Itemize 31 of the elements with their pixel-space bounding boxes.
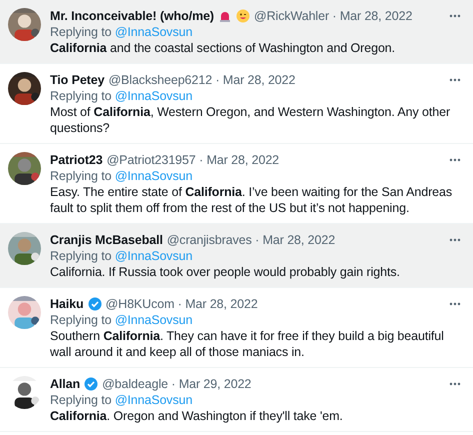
replying-label: Replying to [50, 249, 112, 263]
replying-label: Replying to [50, 89, 112, 103]
more-icon[interactable] [449, 382, 461, 386]
replying-label: Replying to [50, 25, 112, 39]
more-icon[interactable] [449, 158, 461, 162]
handle-and-date: @H8KUcom · Mar 28, 2022 [106, 296, 258, 312]
reply-text: Southern California. They can have it for free if they build a big beautiful wall around it and keep all of those maniacs in. [50, 328, 445, 360]
reply-text: California. Oregon and Washington if they'll take 'em. [50, 408, 344, 424]
reply-text: California and the coastal sections of Washington and Oregon. [50, 40, 396, 56]
user-name[interactable]: Allan [50, 376, 80, 392]
user-name[interactable]: Tio Petey [50, 72, 104, 88]
user-name[interactable]: Mr. Inconceivable! (who/me) [50, 8, 214, 24]
reply-text: Most of California, Western Oregon, and Western Washington. Any other questions? [50, 104, 452, 136]
handle-and-date: @Patriot231957 · Mar 28, 2022 [106, 152, 280, 168]
replying-label: Replying to [50, 393, 112, 407]
user-name[interactable]: Haiku [50, 296, 84, 312]
more-icon[interactable] [449, 302, 461, 306]
more-icon[interactable] [449, 238, 461, 242]
user-name[interactable]: Patriot23 [50, 152, 103, 168]
winking-face-icon [236, 9, 250, 23]
more-icon[interactable] [449, 78, 461, 82]
reply-text: Easy. The entire state of California. I’ve been waiting for the San Andreas fault to split them off from the rest of the US but it’s not happening. [50, 184, 454, 216]
handle-and-date: @cranjisbraves · Mar 28, 2022 [166, 232, 336, 248]
handle-and-date: @Blacksheep6212 · Mar 28, 2022 [108, 72, 296, 88]
handle-and-date: @RickWahler · Mar 28, 2022 [254, 8, 412, 24]
replying-label: Replying to [50, 169, 112, 183]
more-icon[interactable] [449, 14, 461, 18]
handle-and-date: @baldeagle · Mar 29, 2022 [102, 376, 252, 392]
user-name[interactable]: Cranjis McBaseball [50, 232, 163, 248]
replying-label: Replying to [50, 313, 112, 327]
reply-text: California. If Russia took over people would probably gain rights. [50, 264, 401, 280]
